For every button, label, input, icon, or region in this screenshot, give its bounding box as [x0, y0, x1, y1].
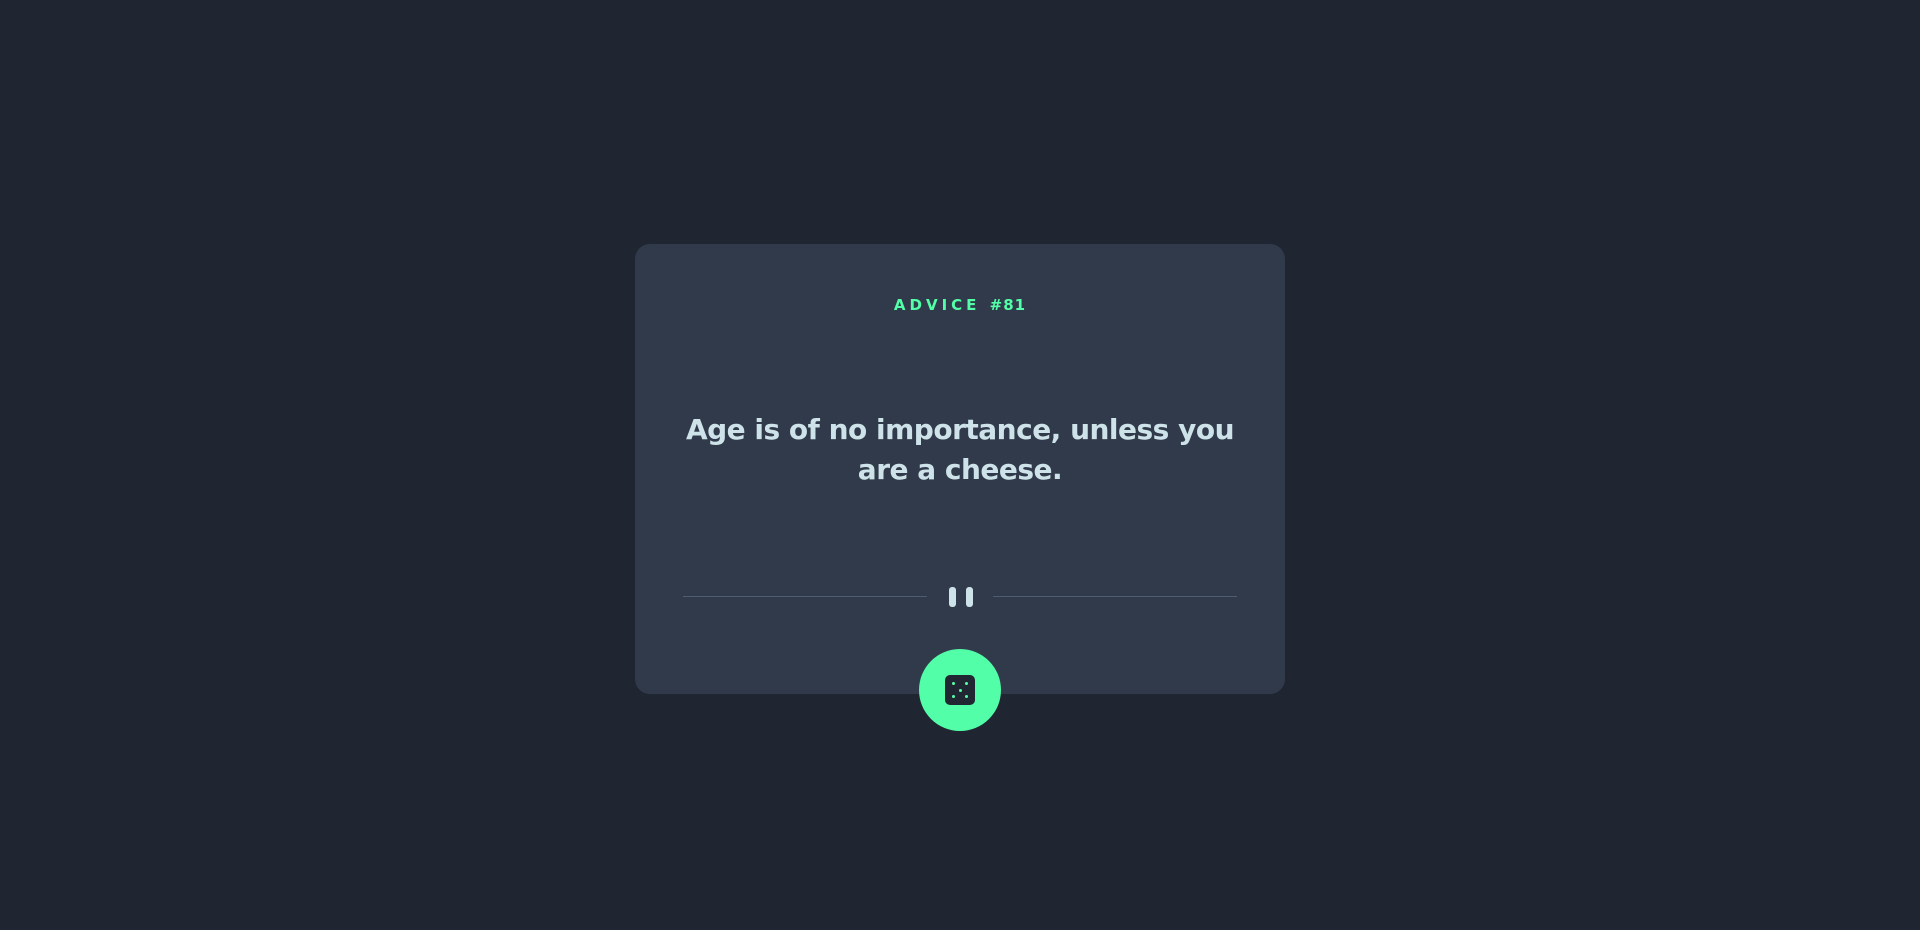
pause-icon — [947, 587, 975, 607]
divider-line-right — [993, 596, 1237, 597]
advice-quote: Age is of no importance, unless you are … — [685, 413, 1235, 486]
advice-number: #81 — [989, 296, 1027, 314]
advice-label-prefix: ADVICE — [893, 296, 990, 314]
divider-line-left — [683, 596, 927, 597]
advice-label: ADVICE #81 — [635, 296, 1285, 314]
generate-advice-button[interactable] — [919, 649, 1001, 731]
dice-icon — [945, 675, 975, 705]
page: ADVICE #81 Age is of no importance, unle… — [0, 0, 1920, 930]
advice-card: ADVICE #81 Age is of no importance, unle… — [635, 244, 1285, 694]
divider — [683, 585, 1237, 607]
